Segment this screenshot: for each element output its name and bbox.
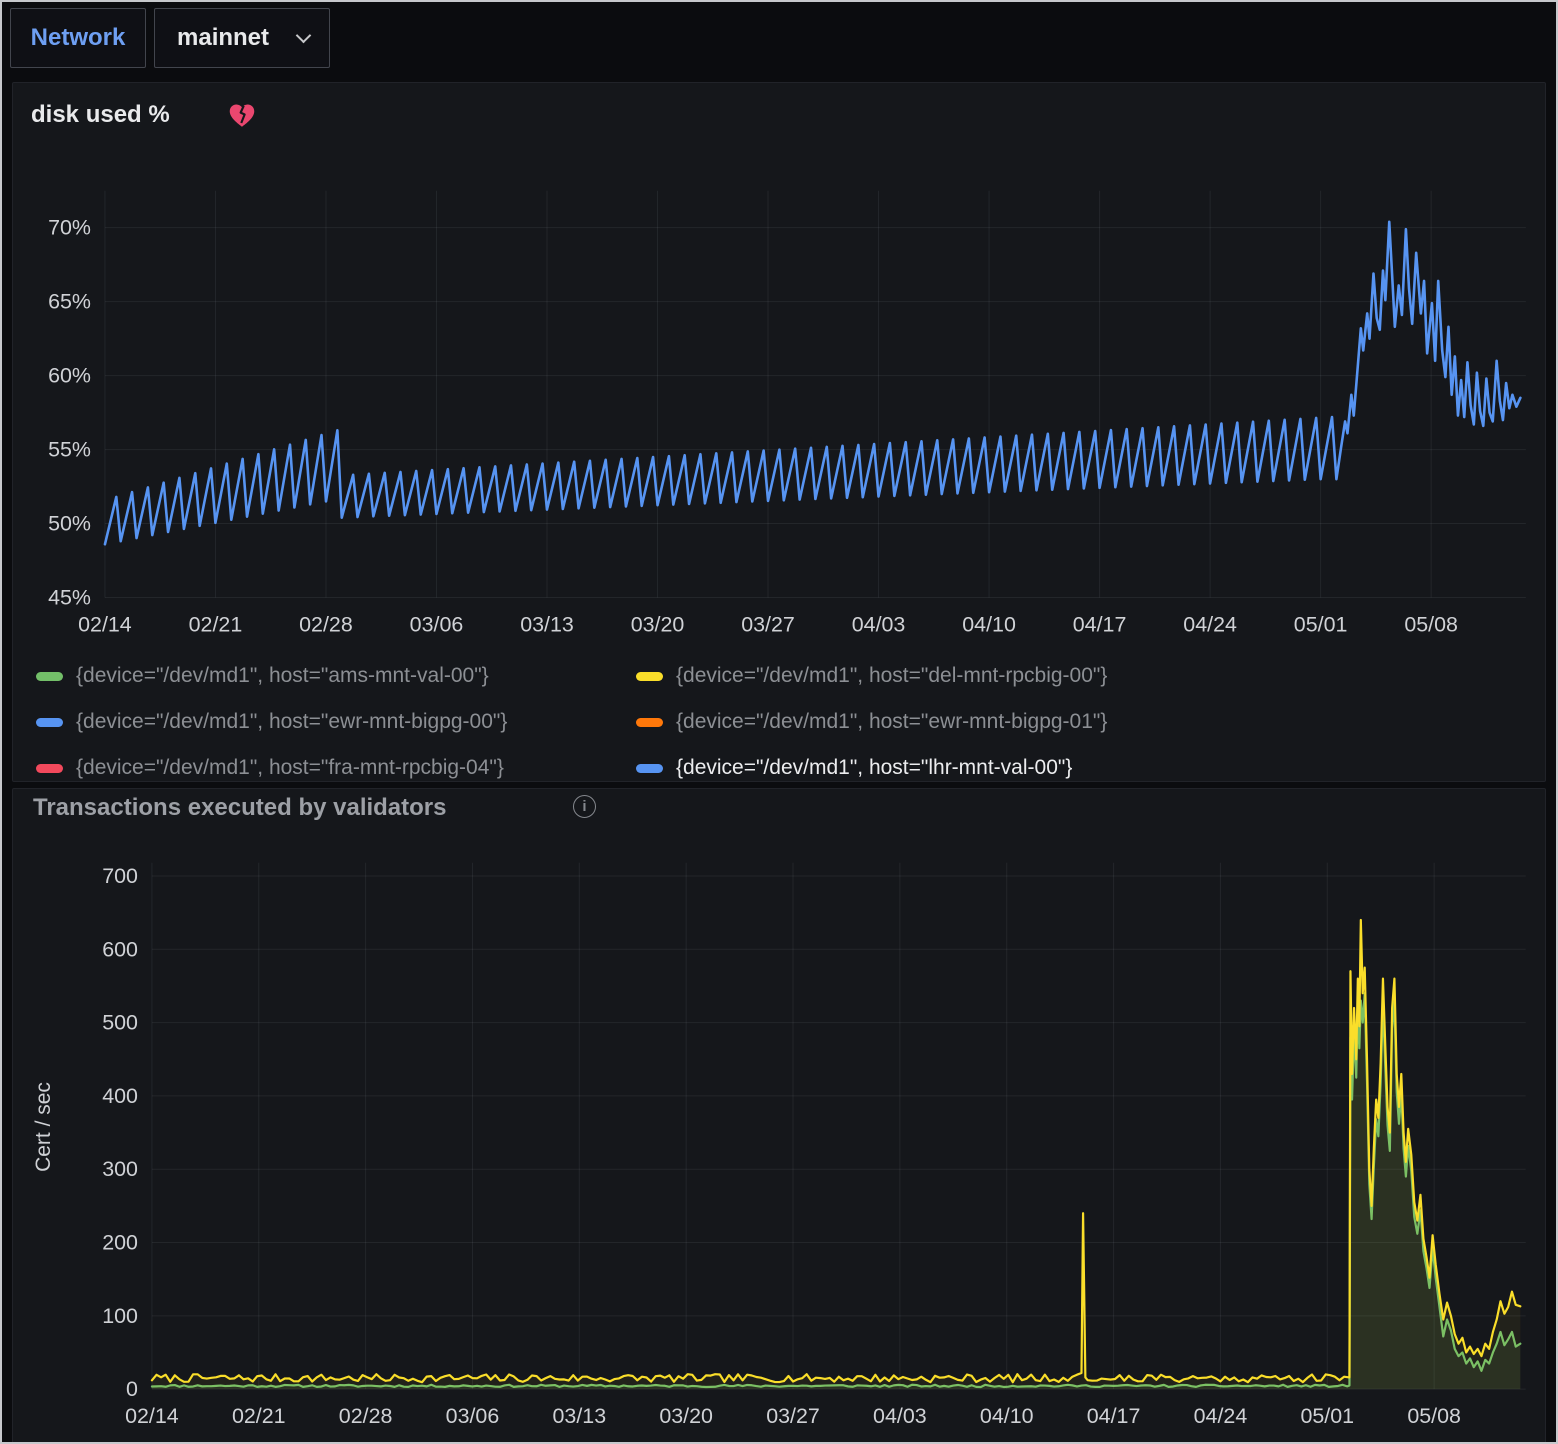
svg-text:03/20: 03/20 bbox=[631, 612, 685, 636]
svg-text:04/03: 04/03 bbox=[852, 612, 906, 636]
legend-item[interactable]: {device="/dev/md1", host="lhr-mnt-val-00… bbox=[636, 756, 1535, 780]
legend-label: {device="/dev/md1", host="ewr-mnt-bigpg-… bbox=[76, 710, 507, 734]
svg-text:04/10: 04/10 bbox=[962, 612, 1016, 636]
legend-swatch-icon bbox=[36, 764, 63, 773]
legend-item[interactable]: {device="/dev/md1", host="fra-mnt-rpcbig… bbox=[36, 756, 636, 780]
panel-transactions: Transactions executed by validators i Ce… bbox=[12, 788, 1546, 1444]
legend-label: {device="/dev/md1", host="del-mnt-rpcbig… bbox=[676, 664, 1107, 688]
svg-text:100: 100 bbox=[102, 1304, 138, 1328]
svg-text:02/21: 02/21 bbox=[232, 1404, 286, 1428]
variables-toolbar: Network mainnet bbox=[0, 0, 1558, 78]
legend-swatch-icon bbox=[636, 764, 663, 773]
variable-label-box: Network bbox=[10, 8, 146, 68]
svg-text:700: 700 bbox=[102, 864, 138, 888]
svg-text:02/14: 02/14 bbox=[78, 612, 132, 636]
svg-text:02/14: 02/14 bbox=[125, 1404, 179, 1428]
svg-text:02/28: 02/28 bbox=[299, 612, 353, 636]
legend-item[interactable]: {device="/dev/md1", host="ewr-mnt-bigpg-… bbox=[36, 710, 636, 734]
svg-text:03/27: 03/27 bbox=[766, 1404, 820, 1428]
legend-item[interactable]: {device="/dev/md1", host="del-mnt-rpcbig… bbox=[636, 664, 1535, 688]
legend-label: {device="/dev/md1", host="lhr-mnt-val-00… bbox=[676, 756, 1072, 780]
svg-text:500: 500 bbox=[102, 1011, 138, 1035]
legend-label: {device="/dev/md1", host="ams-mnt-val-00… bbox=[76, 664, 489, 688]
svg-text:03/13: 03/13 bbox=[520, 612, 574, 636]
svg-text:400: 400 bbox=[102, 1084, 138, 1108]
legend-swatch-icon bbox=[36, 672, 63, 681]
svg-text:50%: 50% bbox=[48, 512, 91, 536]
svg-text:04/24: 04/24 bbox=[1194, 1404, 1248, 1428]
svg-text:05/08: 05/08 bbox=[1407, 1404, 1461, 1428]
svg-text:200: 200 bbox=[102, 1231, 138, 1255]
svg-text:70%: 70% bbox=[48, 216, 91, 240]
svg-text:02/21: 02/21 bbox=[189, 612, 243, 636]
legend-swatch-icon bbox=[636, 672, 663, 681]
variable-label: Network bbox=[31, 24, 126, 52]
disk-legend: {device="/dev/md1", host="ams-mnt-val-00… bbox=[36, 653, 1535, 791]
svg-text:45%: 45% bbox=[48, 586, 91, 610]
svg-text:60%: 60% bbox=[48, 364, 91, 388]
svg-text:05/01: 05/01 bbox=[1294, 612, 1348, 636]
legend-swatch-icon bbox=[36, 718, 63, 727]
legend-item[interactable]: {device="/dev/md1", host="ewr-mnt-bigpg-… bbox=[636, 710, 1535, 734]
svg-text:04/10: 04/10 bbox=[980, 1404, 1034, 1428]
svg-text:300: 300 bbox=[102, 1157, 138, 1181]
svg-text:600: 600 bbox=[102, 937, 138, 961]
legend-label: {device="/dev/md1", host="fra-mnt-rpcbig… bbox=[76, 756, 504, 780]
svg-text:0: 0 bbox=[126, 1377, 138, 1401]
chevron-down-icon bbox=[296, 28, 312, 44]
svg-text:04/24: 04/24 bbox=[1183, 612, 1237, 636]
transactions-chart[interactable]: 02/14 02/21 02/28 03/06 03/13 03/20 03/27 04/03… bbox=[13, 789, 1545, 1443]
legend-item[interactable]: {device="/dev/md1", host="ams-mnt-val-00… bbox=[36, 664, 636, 688]
svg-text:03/06: 03/06 bbox=[410, 612, 464, 636]
network-dropdown[interactable]: mainnet bbox=[154, 8, 330, 68]
legend-swatch-icon bbox=[636, 718, 663, 727]
svg-text:03/06: 03/06 bbox=[446, 1404, 500, 1428]
svg-text:03/13: 03/13 bbox=[553, 1404, 607, 1428]
svg-text:04/17: 04/17 bbox=[1087, 1404, 1141, 1428]
svg-text:02/28: 02/28 bbox=[339, 1404, 393, 1428]
svg-text:04/03: 04/03 bbox=[873, 1404, 927, 1428]
svg-text:04/17: 04/17 bbox=[1073, 612, 1127, 636]
legend-label: {device="/dev/md1", host="ewr-mnt-bigpg-… bbox=[676, 710, 1107, 734]
svg-text:65%: 65% bbox=[48, 290, 91, 314]
svg-text:05/08: 05/08 bbox=[1404, 612, 1458, 636]
panel-disk-used: disk used % 02/1402/2102/2803/0603/1303/… bbox=[12, 82, 1546, 782]
svg-text:05/01: 05/01 bbox=[1300, 1404, 1354, 1428]
svg-text:03/20: 03/20 bbox=[659, 1404, 713, 1428]
svg-text:03/27: 03/27 bbox=[741, 612, 795, 636]
svg-text:55%: 55% bbox=[48, 438, 91, 462]
network-dropdown-value[interactable]: mainnet bbox=[177, 24, 269, 52]
